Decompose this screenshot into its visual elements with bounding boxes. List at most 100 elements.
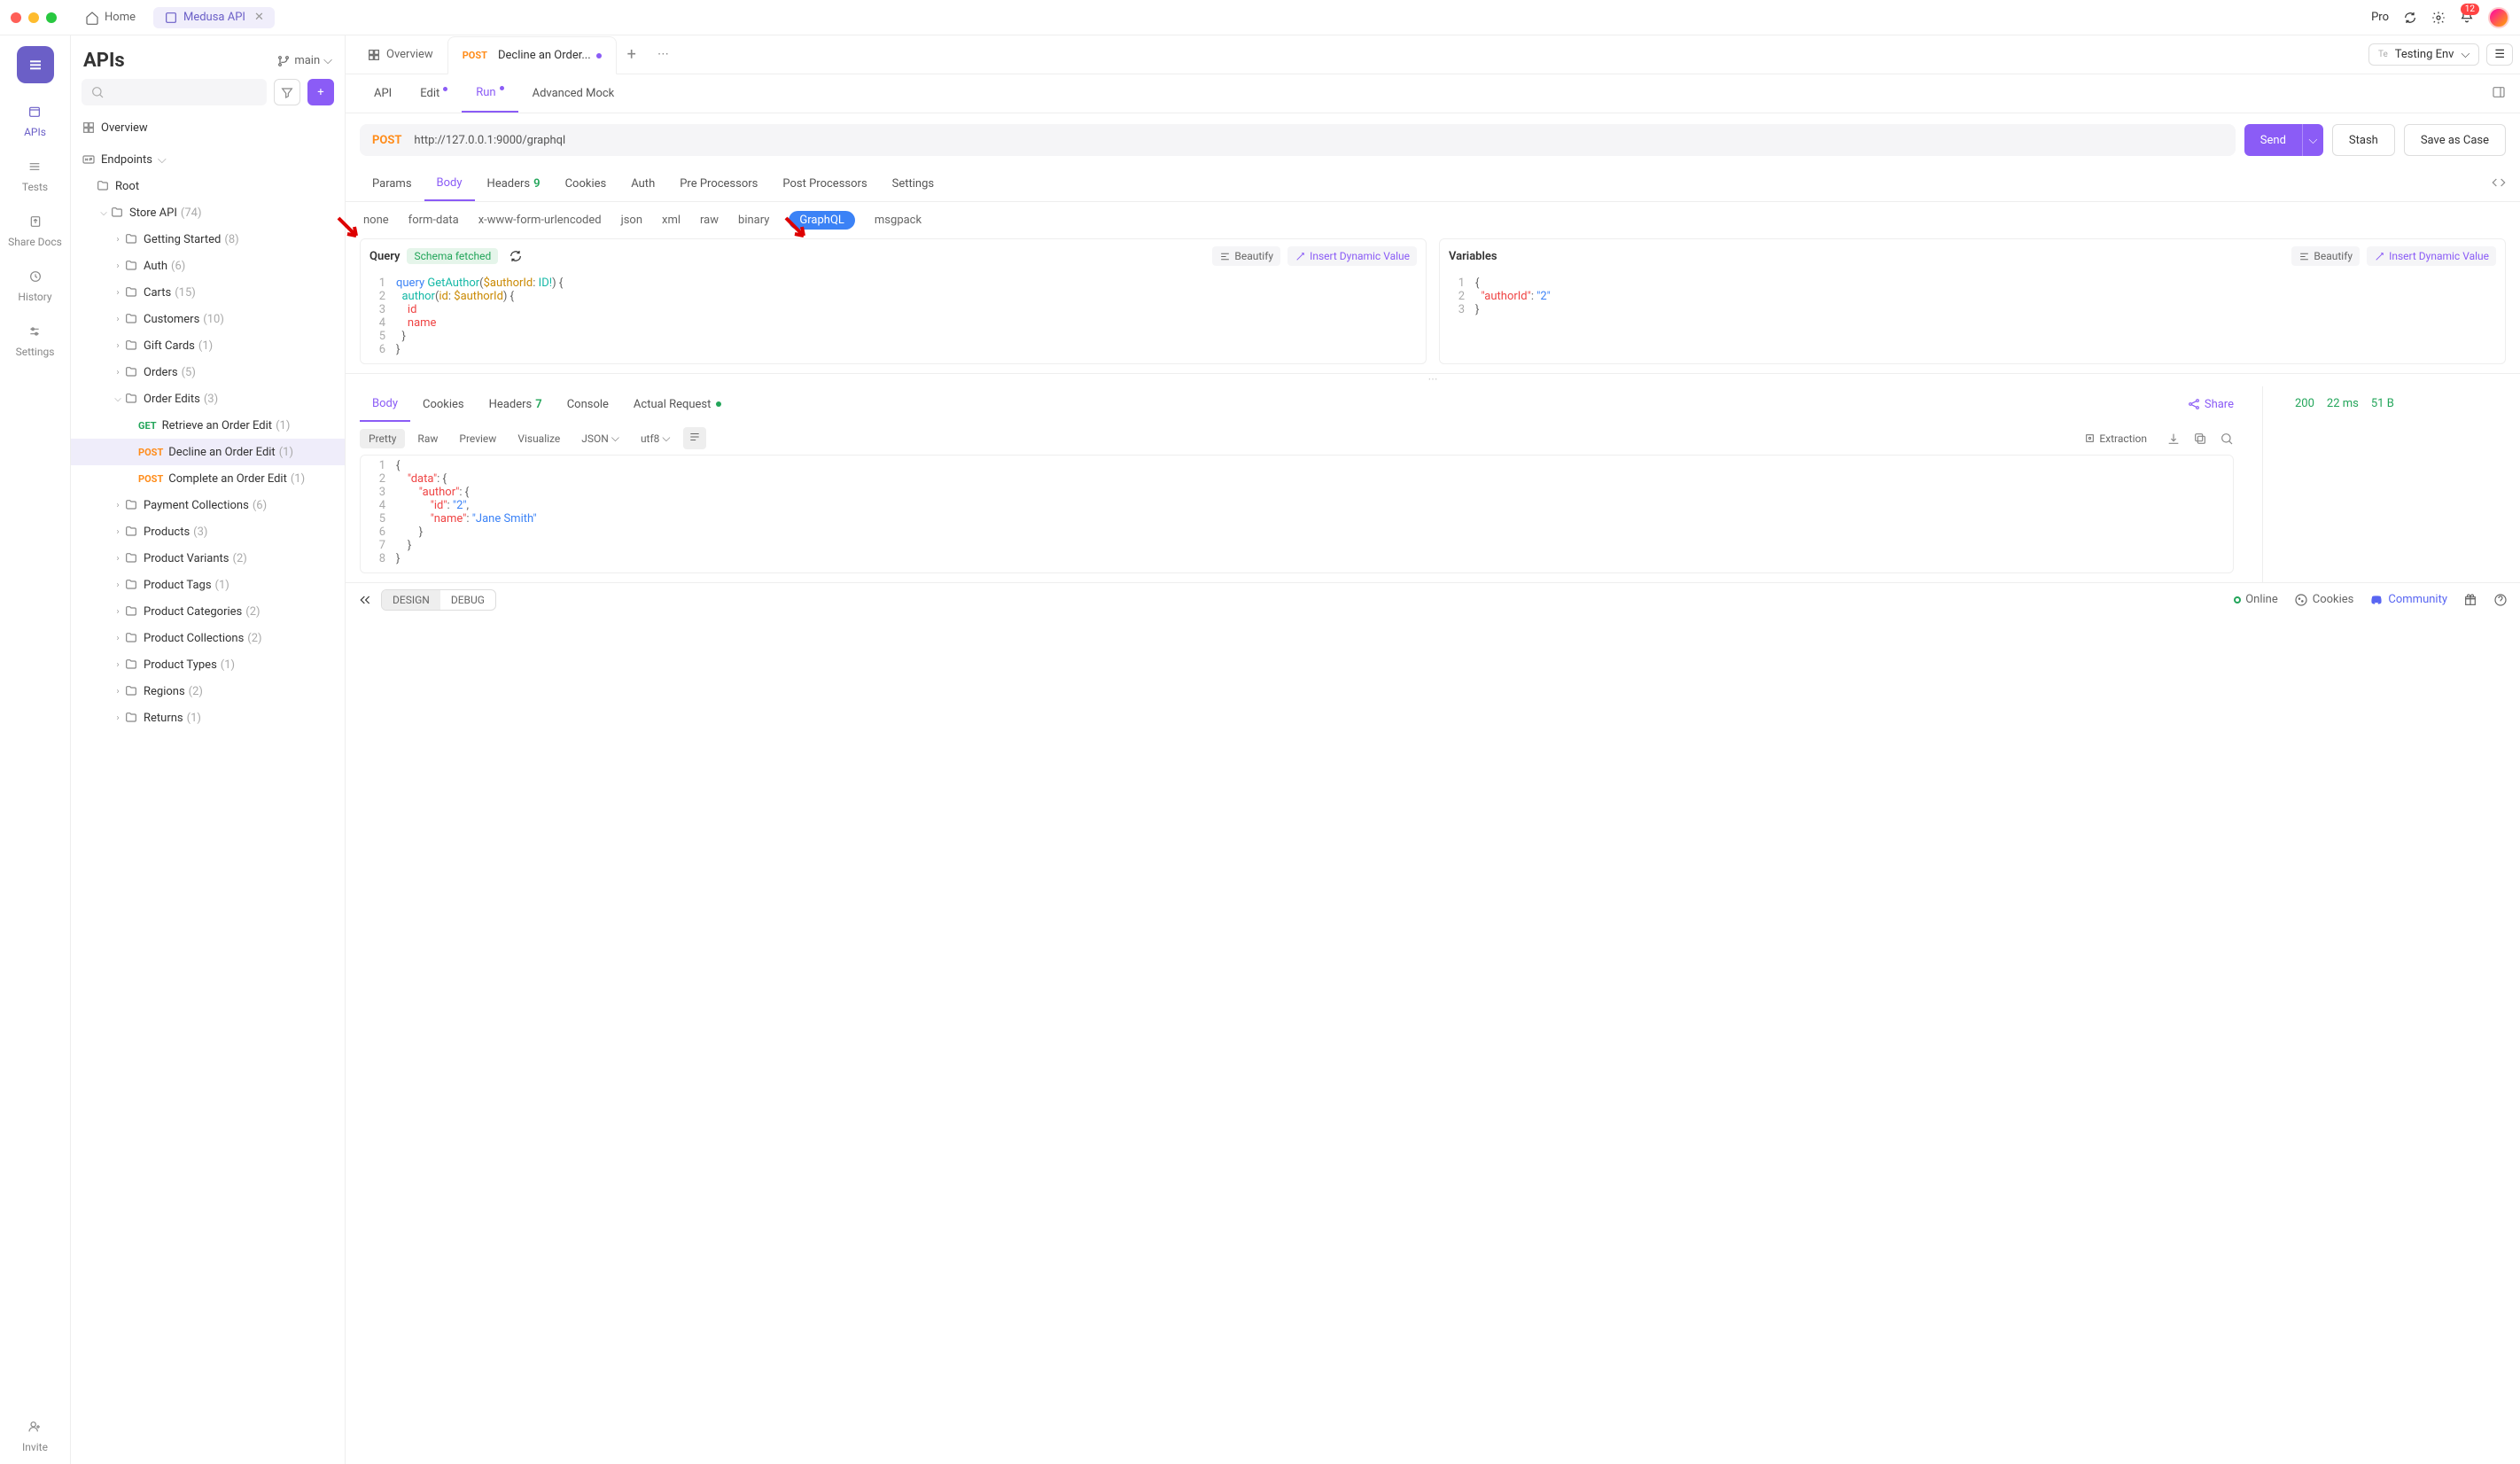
reqtab-body[interactable]: Body xyxy=(424,167,475,201)
tree-item[interactable]: ⌵Store API(74) xyxy=(71,199,345,226)
reqtab-headers[interactable]: Headers9 xyxy=(475,167,553,201)
format-select[interactable]: JSON ⌵ xyxy=(572,428,628,448)
rail-settings[interactable]: Settings xyxy=(16,321,55,358)
reqtab-post[interactable]: Post Processors xyxy=(770,167,879,201)
tab-menu-button[interactable]: ⋯ xyxy=(647,48,680,61)
minimize-window[interactable] xyxy=(28,12,39,23)
line-wrap-button[interactable] xyxy=(683,427,706,449)
download-icon[interactable] xyxy=(2166,432,2181,446)
tree-item[interactable]: ›Products(3) xyxy=(71,518,345,545)
bodytype-json[interactable]: json xyxy=(621,214,642,227)
reqtab-cookies[interactable]: Cookies xyxy=(553,167,619,201)
tree-item[interactable]: ›Product Categories(2) xyxy=(71,598,345,625)
insert-dynamic-button[interactable]: Insert Dynamic Value xyxy=(2367,246,2496,266)
send-dropdown-button[interactable]: ⌵ xyxy=(2302,124,2323,156)
add-button[interactable]: + xyxy=(307,79,334,105)
tab-overview[interactable]: Overview xyxy=(353,35,447,74)
branch-selector[interactable]: main ⌵ xyxy=(276,54,332,68)
rail-history[interactable]: History xyxy=(18,266,51,303)
overview-item[interactable]: Overview xyxy=(71,114,345,141)
rail-tests[interactable]: Tests xyxy=(22,156,48,193)
bodytype-xwww[interactable]: x-www-form-urlencoded xyxy=(478,214,602,227)
cookies-button[interactable]: Cookies xyxy=(2294,593,2354,607)
resptab-body[interactable]: Body xyxy=(360,386,410,422)
url-input[interactable]: POST http://127.0.0.1:9000/graphql xyxy=(360,124,2236,156)
share-button[interactable]: Share xyxy=(2187,397,2234,411)
tree-item[interactable]: GETRetrieve an Order Edit(1) xyxy=(71,412,345,439)
subtab-mock[interactable]: Advanced Mock xyxy=(518,74,629,113)
pro-label[interactable]: Pro xyxy=(2371,11,2389,24)
rail-apis[interactable]: APIs xyxy=(24,101,46,138)
bodytype-xml[interactable]: xml xyxy=(662,214,681,227)
reqtab-params[interactable]: Params xyxy=(360,167,424,201)
online-status[interactable]: Online xyxy=(2234,593,2278,606)
bodytype-binary[interactable]: binary xyxy=(738,214,769,227)
resptab-console[interactable]: Console xyxy=(555,386,621,422)
view-visualize[interactable]: Visualize xyxy=(509,429,569,448)
extraction-button[interactable]: Extraction xyxy=(2077,429,2154,448)
save-as-case-button[interactable]: Save as Case xyxy=(2404,124,2506,156)
tab-home[interactable]: Home xyxy=(74,7,146,28)
bodytype-msgpack[interactable]: msgpack xyxy=(875,214,922,227)
refresh-icon[interactable] xyxy=(509,249,523,263)
resptab-actual[interactable]: Actual Request xyxy=(621,386,734,422)
resptab-headers[interactable]: Headers7 xyxy=(477,386,555,422)
avatar[interactable] xyxy=(2488,7,2509,28)
gift-icon[interactable] xyxy=(2463,593,2477,607)
tree-item[interactable]: ›Getting Started(8) xyxy=(71,226,345,253)
endpoints-item[interactable]: Endpoints ⌵ xyxy=(71,146,345,173)
notifications[interactable]: 12 xyxy=(2460,9,2474,27)
code-export-button[interactable] xyxy=(2492,175,2506,193)
reqtab-pre[interactable]: Pre Processors xyxy=(667,167,770,201)
insert-dynamic-button[interactable]: Insert Dynamic Value xyxy=(1287,246,1417,266)
tree-item[interactable]: ›Regions(2) xyxy=(71,678,345,705)
resize-handle[interactable]: ⋯ xyxy=(346,374,2520,386)
copy-icon[interactable] xyxy=(2193,432,2207,446)
close-icon[interactable]: ✕ xyxy=(254,11,264,24)
tree-item[interactable]: Root xyxy=(71,173,345,199)
tree-item[interactable]: ›Returns(1) xyxy=(71,705,345,731)
tree-item[interactable]: POSTDecline an Order Edit(1) xyxy=(71,439,345,465)
mode-design[interactable]: DESIGN xyxy=(382,590,440,610)
tab-decline-order[interactable]: POST Decline an Order... xyxy=(447,36,617,74)
view-raw[interactable]: Raw xyxy=(408,429,447,448)
bodytype-form[interactable]: form-data xyxy=(408,214,459,227)
tree-item[interactable]: ›Carts(15) xyxy=(71,279,345,306)
tree-item[interactable]: ›Product Tags(1) xyxy=(71,572,345,598)
search-input[interactable] xyxy=(82,79,267,105)
tree-item[interactable]: ›Gift Cards(1) xyxy=(71,332,345,359)
mode-debug[interactable]: DEBUG xyxy=(440,590,495,610)
close-window[interactable] xyxy=(11,12,21,23)
tree-item[interactable]: ›Payment Collections(6) xyxy=(71,492,345,518)
gear-icon[interactable] xyxy=(2431,11,2446,25)
tree-item[interactable]: POSTComplete an Order Edit(1) xyxy=(71,465,345,492)
subtab-edit[interactable]: Edit xyxy=(406,74,462,113)
query-editor[interactable]: 1query GetAuthor($authorId: ID!) {2 auth… xyxy=(361,273,1426,363)
resptab-cookies[interactable]: Cookies xyxy=(410,386,477,422)
send-button[interactable]: Send xyxy=(2244,124,2302,156)
encoding-select[interactable]: utf8 ⌵ xyxy=(632,428,680,448)
tree-item[interactable]: ›Orders(5) xyxy=(71,359,345,385)
view-preview[interactable]: Preview xyxy=(450,429,505,448)
help-icon[interactable] xyxy=(2493,593,2508,607)
tree-item[interactable]: ›Product Collections(2) xyxy=(71,625,345,651)
stash-button[interactable]: Stash xyxy=(2332,124,2395,156)
subtab-api[interactable]: API xyxy=(360,74,406,113)
bodytype-raw[interactable]: raw xyxy=(700,214,719,227)
tree-item[interactable]: ›Auth(6) xyxy=(71,253,345,279)
hamburger-button[interactable]: ☰ xyxy=(2486,43,2513,66)
view-pretty[interactable]: Pretty xyxy=(360,429,405,448)
maximize-window[interactable] xyxy=(46,12,57,23)
bodytype-none[interactable]: none xyxy=(363,214,389,227)
app-logo[interactable] xyxy=(17,46,54,83)
add-tab-button[interactable]: + xyxy=(617,45,647,64)
variables-editor[interactable]: 1{2 "authorId": "2"3} xyxy=(1440,273,2505,323)
beautify-button[interactable]: Beautify xyxy=(1212,246,1280,266)
subtab-run[interactable]: Run xyxy=(462,74,517,113)
rail-share[interactable]: Share Docs xyxy=(8,211,62,248)
beautify-button[interactable]: Beautify xyxy=(2291,246,2360,266)
filter-button[interactable] xyxy=(274,79,300,105)
tree-item[interactable]: ›Customers(10) xyxy=(71,306,345,332)
refresh-icon[interactable] xyxy=(2403,11,2417,25)
panel-toggle-button[interactable] xyxy=(2492,85,2506,103)
